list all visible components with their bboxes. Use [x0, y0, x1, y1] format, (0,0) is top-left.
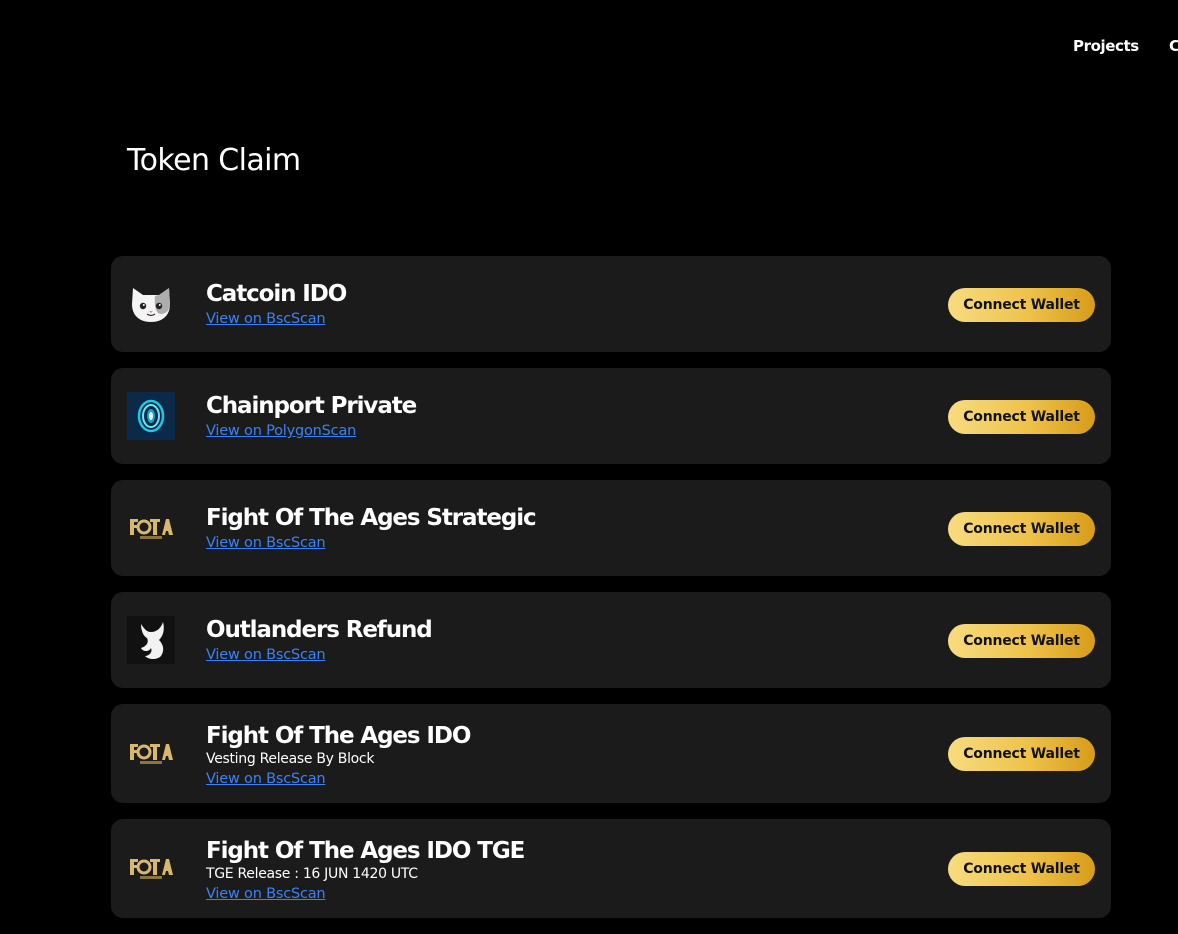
- project-info: Chainport Private View on PolygonScan: [206, 392, 417, 441]
- project-info: Fight Of The Ages Strategic View on BscS…: [206, 504, 537, 553]
- project-name: Outlanders Refund: [206, 617, 433, 643]
- project-info: Outlanders Refund View on BscScan: [206, 616, 433, 665]
- view-on-explorer-link[interactable]: View on BscScan: [206, 885, 326, 904]
- fota-logo-icon: [127, 844, 175, 892]
- project-name: Fight Of The Ages IDO: [206, 723, 471, 749]
- project-subtitle: Vesting Release By Block: [206, 751, 375, 767]
- project-name: Fight Of The Ages IDO TGE: [206, 838, 525, 864]
- cat-face-icon: [127, 280, 175, 328]
- fota-logo-icon: [127, 504, 175, 552]
- view-on-explorer-link[interactable]: View on BscScan: [206, 534, 326, 553]
- connect-wallet-button[interactable]: Connect Wallet: [948, 852, 1095, 886]
- bull-head-icon: [127, 616, 175, 664]
- project-card-fota-ido: Fight Of The Ages IDO Vesting Release By…: [111, 704, 1111, 803]
- nav-projects-link[interactable]: Projects: [1073, 37, 1139, 55]
- chainport-portal-icon: [127, 392, 175, 440]
- view-on-explorer-link[interactable]: View on PolygonScan: [206, 422, 356, 441]
- nav-next-link[interactable]: C: [1169, 37, 1178, 55]
- project-card-outlanders-refund: Outlanders Refund View on BscScan Connec…: [111, 592, 1111, 688]
- connect-wallet-button[interactable]: Connect Wallet: [948, 400, 1095, 434]
- project-info: Fight Of The Ages IDO TGE TGE Release : …: [206, 837, 525, 904]
- project-list: Catcoin IDO View on BscScan Connect Wall…: [111, 256, 1111, 934]
- project-card-fota-strategic: Fight Of The Ages Strategic View on BscS…: [111, 480, 1111, 576]
- project-name: Fight Of The Ages Strategic: [206, 505, 537, 531]
- project-card-fota-ido-tge: Fight Of The Ages IDO TGE TGE Release : …: [111, 819, 1111, 918]
- connect-wallet-button[interactable]: Connect Wallet: [948, 624, 1095, 658]
- connect-wallet-button[interactable]: Connect Wallet: [948, 288, 1095, 322]
- connect-wallet-button[interactable]: Connect Wallet: [948, 512, 1095, 546]
- project-name: Catcoin IDO: [206, 281, 347, 307]
- view-on-explorer-link[interactable]: View on BscScan: [206, 646, 326, 665]
- view-on-explorer-link[interactable]: View on BscScan: [206, 310, 326, 329]
- project-info: Catcoin IDO View on BscScan: [206, 280, 347, 329]
- project-subtitle: TGE Release : 16 JUN 1420 UTC: [206, 866, 418, 882]
- project-card-chainport-private: Chainport Private View on PolygonScan Co…: [111, 368, 1111, 464]
- page-title: Token Claim: [127, 143, 301, 178]
- top-nav: Projects C: [0, 0, 1178, 92]
- project-card-catcoin-ido: Catcoin IDO View on BscScan Connect Wall…: [111, 256, 1111, 352]
- view-on-explorer-link[interactable]: View on BscScan: [206, 770, 326, 789]
- project-info: Fight Of The Ages IDO Vesting Release By…: [206, 722, 471, 789]
- connect-wallet-button[interactable]: Connect Wallet: [948, 737, 1095, 771]
- project-name: Chainport Private: [206, 393, 417, 419]
- fota-logo-icon: [127, 729, 175, 777]
